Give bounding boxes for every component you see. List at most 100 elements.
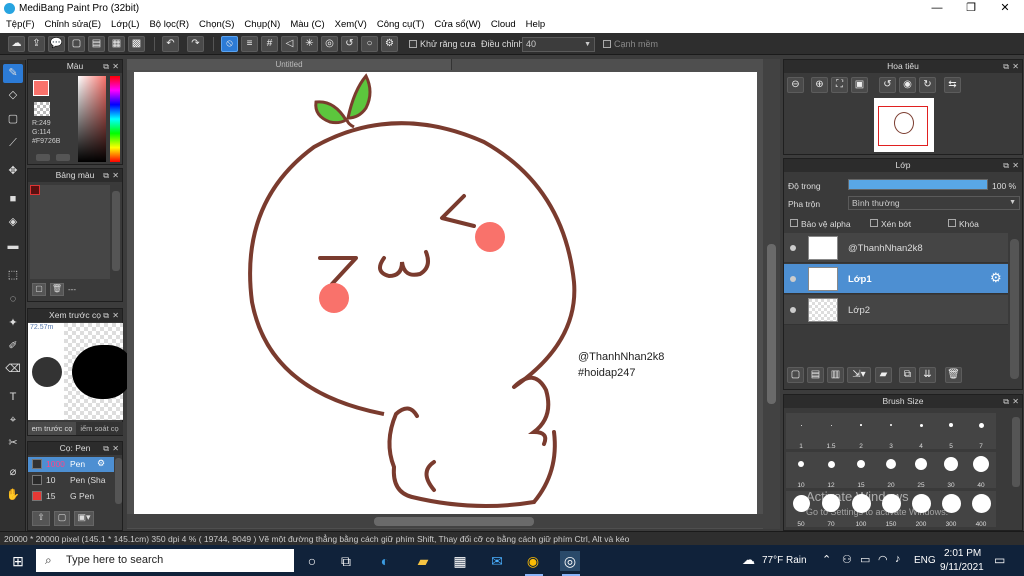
lock-checkbox[interactable] [948,219,956,227]
new-halftone-layer-icon[interactable]: ▤ [807,367,824,383]
new-8bit-layer-icon[interactable]: ▥ [827,367,844,383]
protect-alpha-checkbox[interactable] [790,219,798,227]
new-brush-icon[interactable]: ▢ [54,511,70,526]
undock-icon[interactable]: ⧉ [1003,395,1009,408]
undock-icon[interactable]: ⧉ [103,60,109,73]
rect-select-tool-icon[interactable]: ⬚ [3,266,23,285]
opacity-slider[interactable] [848,179,988,190]
menu-file[interactable]: Tệp(F) [6,17,35,33]
undock-icon[interactable]: ⧉ [1003,159,1009,172]
layer-scrollbar[interactable] [1010,239,1019,379]
blend-mode-select[interactable]: Bình thường ▼ [848,196,1020,210]
visibility-icon[interactable] [790,276,796,282]
brush-size-option[interactable]: 10 [786,452,816,489]
gear-icon[interactable]: ⚙ [97,458,105,469]
menu-select[interactable]: Chọn(S) [199,17,234,33]
task-view-icon[interactable]: ⧉ [336,551,356,571]
layer-row[interactable]: Lớp2 [784,295,1008,325]
close-icon[interactable]: ✕ [112,309,119,322]
divide-tool-icon[interactable]: ✂ [3,434,23,453]
brush-item[interactable]: 10 Pen (Sha [28,473,114,488]
new-palette-icon[interactable]: ▢ [32,283,46,296]
saturation-value-picker[interactable] [78,76,106,162]
redo-icon[interactable]: ↷ [187,36,204,52]
close-icon[interactable]: ✕ [112,169,119,182]
medibang-taskbar-icon[interactable]: ◎ [560,551,580,571]
add-brush-icon[interactable]: ⇧ [32,511,50,526]
brush-size-option[interactable]: 25 [906,452,936,489]
store-icon[interactable]: ▦ [450,551,470,571]
visibility-icon[interactable] [790,307,796,313]
perspective-snap-icon[interactable]: ◁ [281,36,298,52]
palette-scrollbar[interactable] [112,191,120,271]
edge-browser-icon[interactable]: ◐ [375,551,395,571]
add-layer-menu-icon[interactable]: ⇲▾ [847,367,871,383]
brush-size-option[interactable]: 15 [846,452,876,489]
panel-icon[interactable]: ▦ [108,36,125,52]
brush-item[interactable]: 1000 Pen ⚙ [28,457,114,472]
reset-view-icon[interactable]: ◉ [899,77,916,93]
wifi-icon[interactable]: ◠ [878,553,888,566]
menu-view[interactable]: Xem(V) [335,17,367,33]
document-tab[interactable]: Untitled [127,59,452,70]
circle-snap-icon[interactable]: ○ [361,36,378,52]
adjust-input[interactable]: 40 ▼ [522,37,595,52]
notification-icon[interactable]: ▭ [994,553,1005,567]
lasso-tool-icon[interactable]: ◌ [3,290,23,309]
select-pen-tool-icon[interactable]: ✐ [3,337,23,356]
new-file-icon[interactable]: ▢ [68,36,85,52]
undock-icon[interactable]: ⧉ [103,442,109,455]
brush-list-scrollbar[interactable] [115,458,122,504]
minimize-button[interactable]: — [920,0,954,17]
text-tool-icon[interactable]: T [3,388,23,407]
undo-icon[interactable]: ↶ [162,36,179,52]
menu-edit[interactable]: Chỉnh sửa(E) [45,17,102,33]
weather-text[interactable]: 77°F Rain [762,555,807,566]
magic-wand-tool-icon[interactable]: ✦ [3,314,23,333]
restore-button[interactable]: ❐ [954,0,988,17]
layer-row[interactable]: @ThanhNhan2k8 [784,233,1008,263]
clipping-checkbox[interactable] [870,219,878,227]
close-button[interactable]: ✕ [988,0,1022,17]
rotate-right-icon[interactable]: ↻ [919,77,936,93]
antialias-checkbox[interactable] [409,40,417,48]
undock-icon[interactable]: ⧉ [103,169,109,182]
color-mode-button[interactable] [56,154,70,161]
brush-size-option[interactable]: 40 [966,452,996,489]
folder-icon[interactable]: ▰ [875,367,892,383]
volume-icon[interactable]: ♪ [895,553,901,565]
shape-tool-icon[interactable]: ▢ [3,110,23,129]
close-icon[interactable]: ✕ [1012,395,1019,408]
scroll-thumb[interactable] [767,244,776,404]
brush-size-option[interactable]: 12 [816,452,846,489]
menu-window[interactable]: Cửa sổ(W) [434,17,480,33]
palette-swatch[interactable] [30,185,40,195]
zoom-out-icon[interactable]: ⊖ [787,77,804,93]
upload-icon[interactable]: ⇪ [28,36,45,52]
brush-size-scrollbar[interactable] [1012,417,1020,487]
canvas-vertical-scrollbar[interactable] [763,59,780,529]
tab-brush-control[interactable]: iểm soát cọ [76,422,123,435]
delete-layer-icon[interactable]: 🗑 [945,367,962,383]
clock-time[interactable]: 2:01 PM [944,548,981,559]
cloud-icon[interactable]: ☁ [8,36,25,52]
menu-color[interactable]: Màu (C) [290,17,324,33]
brush-size-option[interactable]: 400 [966,491,996,528]
visibility-icon[interactable] [790,245,796,251]
curve-snap-icon[interactable]: ↺ [341,36,358,52]
language-indicator[interactable]: ENG [914,555,936,566]
new-layer-icon[interactable]: ▢ [787,367,804,383]
undock-icon[interactable]: ⧉ [1003,60,1009,73]
close-icon[interactable]: ✕ [1012,159,1019,172]
menu-tools[interactable]: Công cụ(T) [377,17,425,33]
canvas-horizontal-scrollbar[interactable] [127,514,763,528]
menu-layer[interactable]: Lớp(L) [111,17,139,33]
menu-cloud[interactable]: Cloud [491,17,516,33]
brush-size-option[interactable]: 7 [966,413,996,450]
close-icon[interactable]: ✕ [112,442,119,455]
settings-snap-icon[interactable]: ⚙ [381,36,398,52]
menu-snap[interactable]: Chụp(N) [244,17,280,33]
radial-snap-icon[interactable]: ✳ [301,36,318,52]
eyedropper-tool-icon[interactable]: ⌀ [3,463,23,482]
delete-palette-icon[interactable]: 🗑 [50,283,64,296]
